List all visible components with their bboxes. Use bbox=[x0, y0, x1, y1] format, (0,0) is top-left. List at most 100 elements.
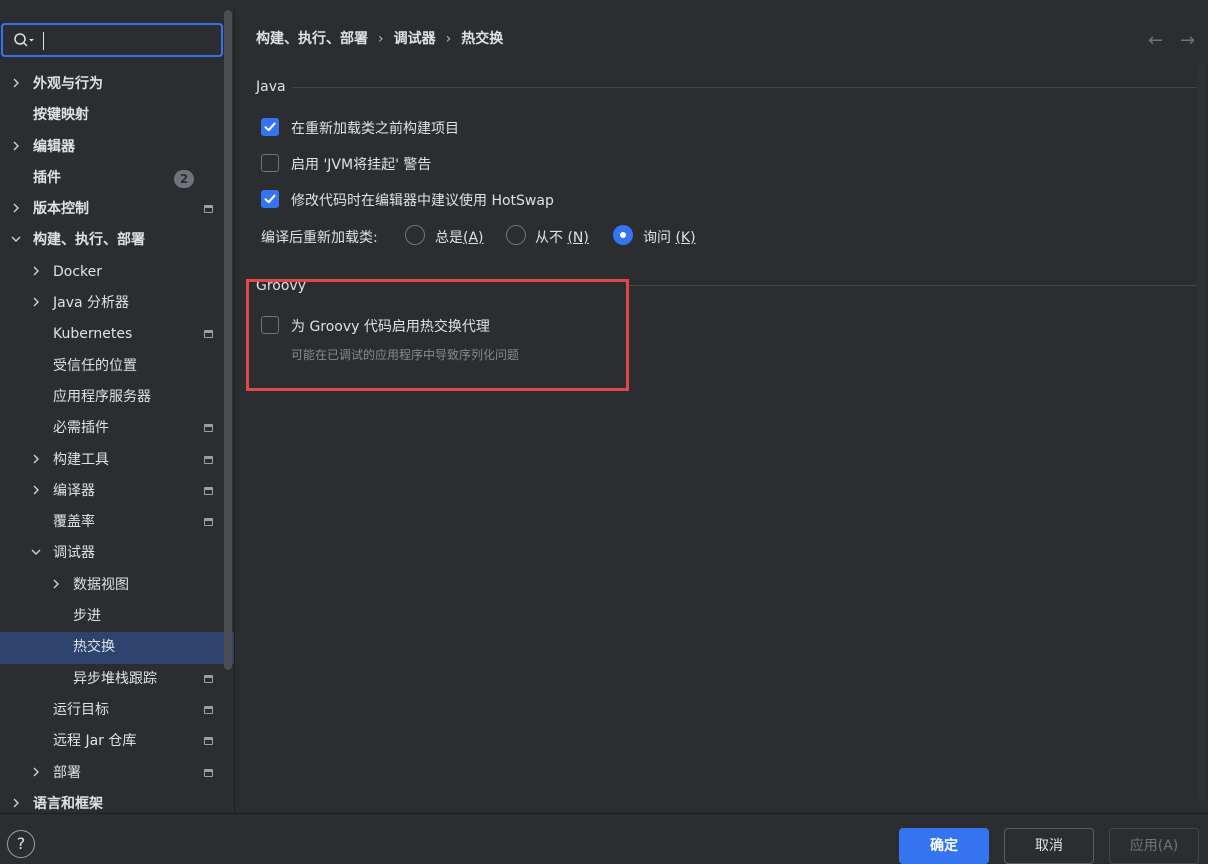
breadcrumb-item-debugger[interactable]: 调试器 bbox=[394, 31, 436, 47]
sidebar-scrollbar[interactable] bbox=[224, 10, 232, 670]
back-arrow-icon[interactable]: ← bbox=[1148, 30, 1163, 51]
sidebar-item[interactable]: 外观与行为 bbox=[0, 69, 234, 100]
sidebar-item-label: 必需插件 bbox=[53, 420, 109, 437]
sidebar-item[interactable]: 按键映射 bbox=[0, 100, 234, 131]
chevron-down-icon[interactable] bbox=[10, 225, 22, 256]
suggest-hotswap-checkbox[interactable] bbox=[261, 190, 279, 208]
sidebar-item[interactable]: 插件 2 bbox=[0, 163, 234, 194]
search-field[interactable] bbox=[1, 23, 223, 57]
history-navigation: ← → bbox=[1148, 30, 1208, 52]
sidebar-item[interactable]: 运行目标 bbox=[0, 695, 234, 726]
checkmark-icon bbox=[264, 194, 276, 204]
project-level-icon bbox=[204, 518, 213, 527]
sidebar-item-label: 构建工具 bbox=[53, 451, 109, 468]
sidebar-item-label: 步进 bbox=[73, 608, 101, 625]
project-level-icon bbox=[204, 486, 213, 495]
chevron-down-icon[interactable] bbox=[30, 538, 42, 569]
sidebar-item[interactable]: 受信任的位置 bbox=[0, 351, 234, 382]
sidebar-item-label: Kubernetes bbox=[53, 326, 133, 343]
sidebar-item[interactable]: 必需插件 bbox=[0, 413, 234, 444]
cancel-button[interactable]: 取消 bbox=[1004, 828, 1094, 864]
sidebar-item[interactable]: Java 分析器 bbox=[0, 288, 234, 319]
annotation-highlight-box bbox=[246, 279, 629, 391]
reload-always-mnemonic: (A) bbox=[463, 230, 484, 246]
sidebar-item-label: Docker bbox=[53, 263, 103, 280]
chevron-right-icon[interactable] bbox=[10, 194, 22, 225]
reload-classes-label: 编译后重新加载类: bbox=[261, 230, 378, 246]
reload-always-label[interactable]: 总是(A) bbox=[435, 227, 484, 247]
sidebar-item[interactable]: 编译器 bbox=[0, 476, 234, 507]
build-before-reload-checkbox[interactable] bbox=[261, 118, 279, 136]
chevron-right-icon[interactable] bbox=[50, 570, 62, 601]
update-count-badge: 2 bbox=[174, 169, 194, 188]
project-level-icon bbox=[204, 674, 213, 683]
sidebar-item-label: 调试器 bbox=[53, 545, 95, 562]
settings-sidebar: 外观与行为按键映射编辑器插件 2 版本控制构建、执行、部署 Docker Java 分析… bbox=[0, 10, 234, 813]
chevron-right-icon[interactable] bbox=[10, 69, 22, 100]
sidebar-item[interactable]: 异步堆栈跟踪 bbox=[0, 664, 234, 695]
chevron-right-icon[interactable] bbox=[30, 758, 42, 789]
dialog-footer: ? 确定 取消 应用(A) bbox=[0, 813, 1208, 864]
project-level-icon bbox=[204, 455, 213, 464]
ok-button[interactable]: 确定 bbox=[899, 828, 989, 864]
project-level-icon bbox=[204, 205, 213, 214]
jvm-suspend-warning-checkbox[interactable] bbox=[261, 154, 279, 172]
sidebar-item[interactable]: Kubernetes bbox=[0, 319, 234, 350]
sidebar-item[interactable]: 应用程序服务器 bbox=[0, 382, 234, 413]
sidebar-item[interactable]: 构建、执行、部署 bbox=[0, 225, 234, 256]
project-level-icon bbox=[204, 424, 213, 433]
sidebar-item-label: 应用程序服务器 bbox=[53, 388, 151, 405]
sidebar-item[interactable]: 热交换 bbox=[0, 632, 234, 664]
settings-tree: 外观与行为按键映射编辑器插件 2 版本控制构建、执行、部署 Docker Java 分析… bbox=[0, 69, 234, 820]
jvm-suspend-warning-label[interactable]: 启用 'JVM将挂起' 警告 bbox=[291, 154, 431, 174]
sidebar-item[interactable]: 版本控制 bbox=[0, 194, 234, 225]
chevron-right-icon[interactable] bbox=[30, 445, 42, 476]
breadcrumb: 构建、执行、部署 › 调试器 › 热交换 bbox=[256, 28, 503, 48]
sidebar-item-label: 构建、执行、部署 bbox=[33, 232, 145, 249]
forward-arrow-icon[interactable]: → bbox=[1180, 30, 1195, 51]
project-level-icon bbox=[204, 705, 213, 714]
chevron-right-icon[interactable] bbox=[30, 257, 42, 288]
sidebar-item-label: 编辑器 bbox=[33, 138, 75, 155]
reload-never-label[interactable]: 从不 (N) bbox=[535, 227, 589, 247]
sidebar-item[interactable]: 远程 Jar 仓库 bbox=[0, 726, 234, 757]
chevron-right-icon[interactable] bbox=[30, 288, 42, 319]
sidebar-item[interactable]: 部署 bbox=[0, 758, 234, 789]
search-input[interactable] bbox=[47, 29, 221, 55]
reload-never-radio[interactable] bbox=[506, 225, 526, 245]
sidebar-item-label: 异步堆栈跟踪 bbox=[73, 670, 157, 687]
suggest-hotswap-label[interactable]: 修改代码时在编辑器中建议使用 HotSwap bbox=[291, 190, 554, 210]
sidebar-item-label: 受信任的位置 bbox=[53, 357, 137, 374]
reload-ask-radio[interactable] bbox=[613, 225, 633, 245]
reload-ask-label[interactable]: 询问 (K) bbox=[643, 227, 696, 247]
java-group-divider bbox=[293, 87, 1197, 88]
apply-button[interactable]: 应用(A) bbox=[1109, 828, 1199, 864]
sidebar-item-label: 外观与行为 bbox=[33, 76, 103, 92]
reload-always-radio[interactable] bbox=[405, 225, 425, 245]
chevron-right-icon[interactable] bbox=[10, 132, 22, 163]
sidebar-item-label: 运行目标 bbox=[53, 701, 109, 718]
sidebar-item-label: 部署 bbox=[53, 764, 81, 781]
build-before-reload-label[interactable]: 在重新加载类之前构建项目 bbox=[291, 118, 459, 138]
sidebar-item[interactable]: 编辑器 bbox=[0, 132, 234, 163]
project-level-icon bbox=[204, 768, 213, 777]
sidebar-item[interactable]: 构建工具 bbox=[0, 445, 234, 476]
chevron-right-icon[interactable] bbox=[30, 476, 42, 507]
reload-never-text: 从不 bbox=[535, 230, 563, 246]
sidebar-item[interactable]: Docker bbox=[0, 257, 234, 288]
sidebar-item-label: 版本控制 bbox=[33, 201, 89, 218]
sidebar-item[interactable]: 调试器 bbox=[0, 538, 234, 569]
content-scrollbar[interactable] bbox=[1197, 62, 1205, 802]
sidebar-item-label: 远程 Jar 仓库 bbox=[53, 733, 137, 750]
text-caret bbox=[43, 32, 44, 50]
sidebar-item-label: 编译器 bbox=[53, 482, 95, 499]
breadcrumb-item-build[interactable]: 构建、执行、部署 bbox=[256, 31, 368, 47]
sidebar-item[interactable]: 数据视图 bbox=[0, 570, 234, 601]
sidebar-item[interactable]: 覆盖率 bbox=[0, 507, 234, 538]
search-icon[interactable] bbox=[13, 32, 35, 50]
project-level-icon bbox=[204, 737, 213, 746]
sidebar-item[interactable]: 步进 bbox=[0, 601, 234, 632]
help-button[interactable]: ? bbox=[7, 830, 35, 858]
sidebar-item-label: 热交换 bbox=[73, 639, 115, 656]
breadcrumb-separator: › bbox=[378, 31, 384, 47]
